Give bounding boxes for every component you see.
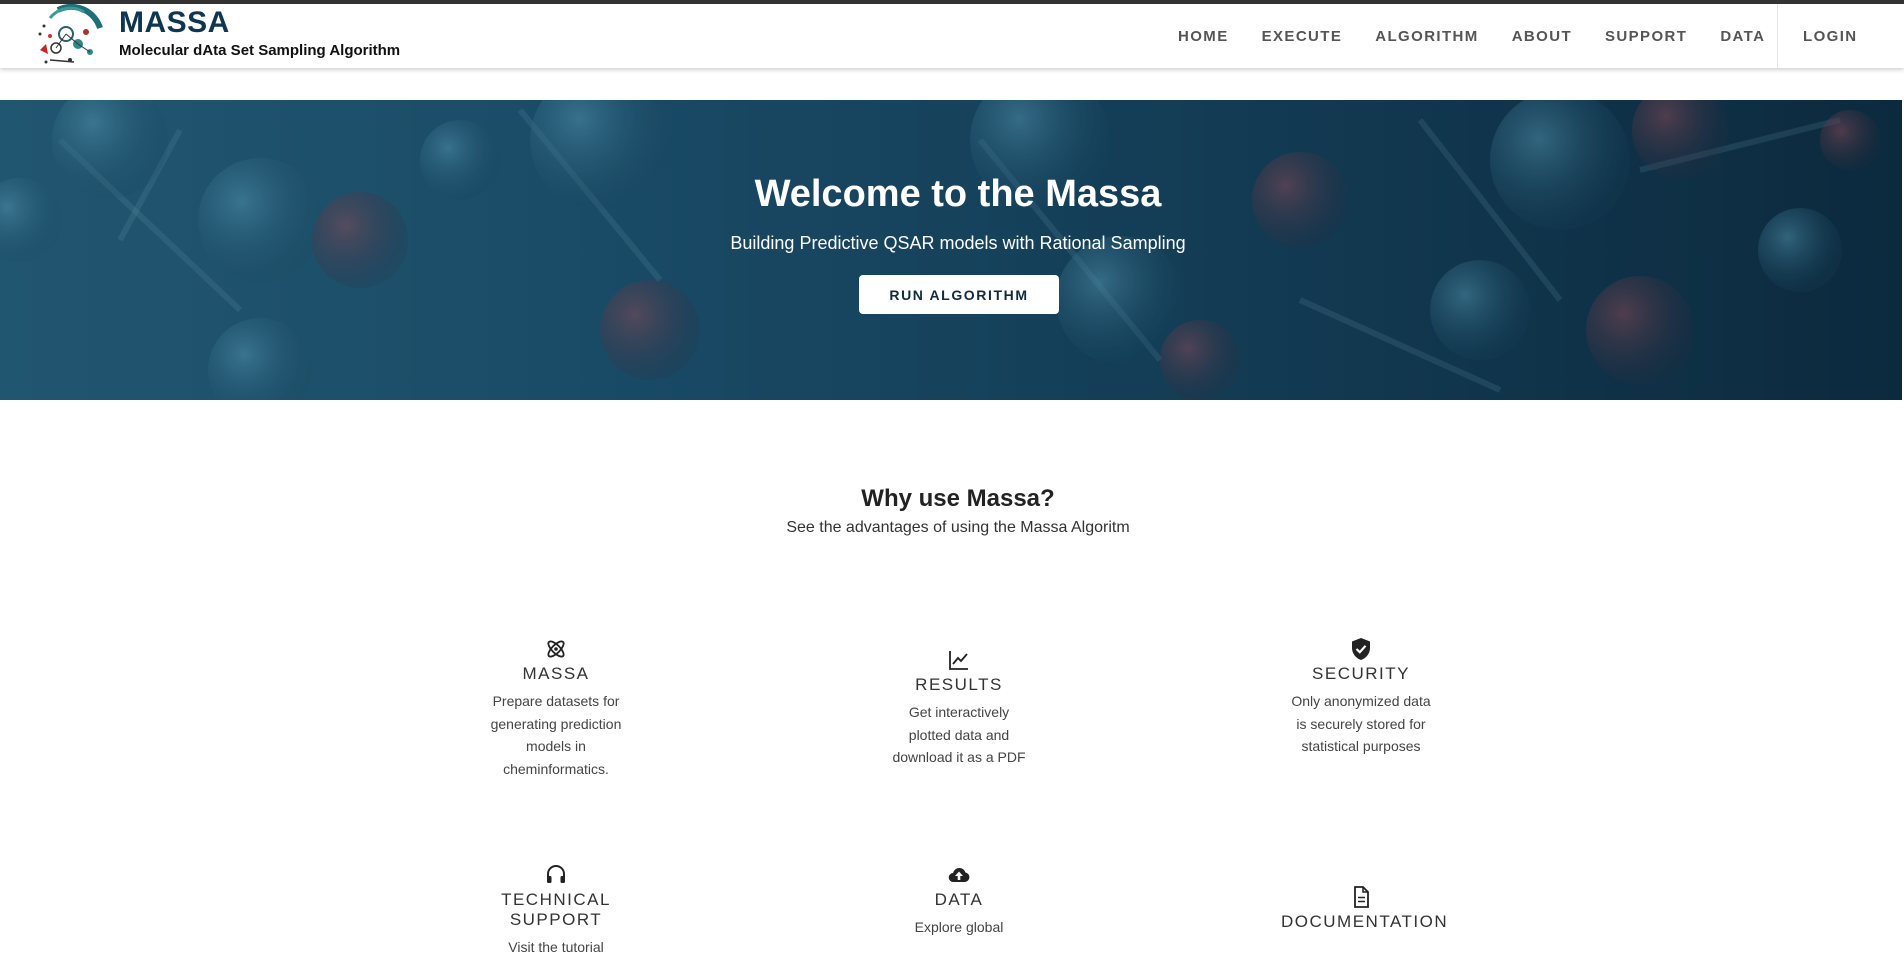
nav-home[interactable]: HOME (1178, 28, 1229, 45)
run-algorithm-button[interactable]: RUN ALGORITHM (859, 275, 1059, 314)
feature-text: Get interactively plotted data and downl… (892, 704, 1026, 765)
nav-support[interactable]: SUPPORT (1605, 28, 1687, 45)
feature-title: DATA (934, 890, 984, 909)
nav-data[interactable]: DATA (1720, 28, 1765, 45)
hero-subtitle: Building Predictive QSAR models with Rat… (730, 233, 1186, 253)
feature-massa: MASSA Prepare datasets for generating pr… (476, 637, 636, 780)
why-title: Why use Massa? (861, 485, 1055, 512)
brand-title[interactable]: MASSA (119, 6, 230, 40)
brand-subtitle: Molecular dAta Set Sampling Algorithm (119, 42, 401, 59)
feature-security: SECURITY Only anonymized data is securel… (1281, 637, 1441, 758)
cloud-upload-icon (948, 868, 970, 883)
feature-results: RESULTS Get interactively plotted data a… (879, 648, 1039, 769)
shield-check-icon (1352, 638, 1370, 660)
feature-title: RESULTS (915, 675, 1003, 694)
feature-text: Visit the tutorial (508, 939, 604, 955)
main-menu: HOME EXECUTE ALGORITHM ABOUT SUPPORT DAT… (1178, 4, 1798, 68)
headset-icon (547, 865, 565, 883)
line-chart-icon (949, 651, 968, 670)
feature-technical-support: TECHNICAL SUPPORT Visit the tutorial (476, 863, 636, 959)
atom-icon (547, 640, 565, 658)
hero-title: Welcome to the Massa (754, 173, 1162, 215)
feature-title: DOCUMENTATION (1281, 912, 1449, 931)
feature-documentation: DOCUMENTATION (1281, 885, 1449, 938)
nav-algorithm[interactable]: ALGORITHM (1375, 28, 1478, 45)
nav-execute[interactable]: EXECUTE (1262, 28, 1343, 45)
nav-about[interactable]: ABOUT (1512, 28, 1572, 45)
feature-text: Prepare datasets for generating predicti… (490, 693, 622, 777)
why-subtitle: See the advantages of using the Massa Al… (786, 519, 1130, 536)
feature-title: SECURITY (1312, 664, 1410, 683)
feature-text: Explore global (914, 919, 1004, 935)
massa-logo-icon[interactable] (30, 4, 104, 68)
feature-title: MASSA (522, 664, 590, 683)
navbar: MASSA Molecular dAta Set Sampling Algori… (0, 4, 1904, 68)
login-link[interactable]: LOGIN (1803, 4, 1858, 68)
hero-banner: Welcome to the Massa Building Predictive… (0, 100, 1902, 400)
menu-divider (1777, 4, 1778, 68)
document-icon (1354, 886, 1369, 908)
feature-title: TECHNICAL SUPPORT (501, 890, 611, 929)
feature-text: Only anonymized data is securely stored … (1291, 693, 1431, 754)
feature-data: DATA Explore global (879, 863, 1039, 939)
